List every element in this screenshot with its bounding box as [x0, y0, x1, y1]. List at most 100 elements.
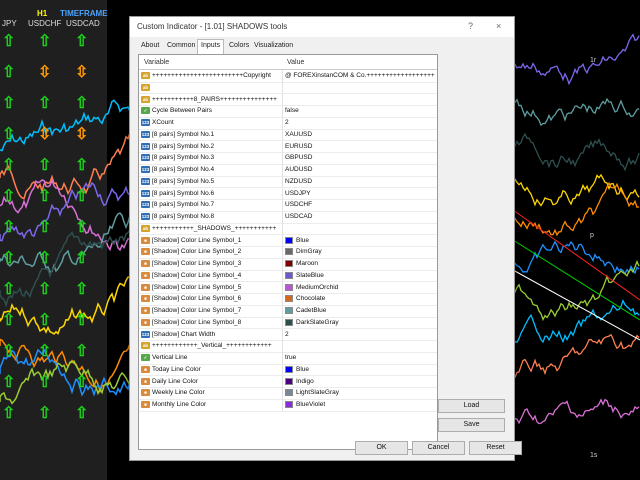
- input-row[interactable]: ■ [Shadow] Color Line Symbol_6 Chocolate: [139, 293, 437, 306]
- input-row[interactable]: ab ++++++++++++++++++++++++Copyright @ FOR…: [139, 70, 437, 83]
- signal-arrow-icon: ⇧: [2, 33, 16, 50]
- signal-arrow-icon: ⇧: [75, 312, 89, 329]
- input-value[interactable]: DimGray: [296, 248, 322, 255]
- color-swatch[interactable]: [285, 283, 293, 291]
- col-type-icon: ■: [141, 377, 150, 385]
- input-value[interactable]: GBPUSD: [285, 154, 312, 161]
- tab-colors[interactable]: Colors: [226, 40, 252, 53]
- input-row[interactable]: 123 [8 pairs] Symbol No.8 USDCAD: [139, 211, 437, 224]
- input-row[interactable]: ab +++++++++++8_PAIRS+++++++++++++++: [139, 93, 437, 106]
- load-button[interactable]: Load: [438, 399, 505, 413]
- input-variable-name: [8 pairs] Symbol No.2: [152, 142, 215, 150]
- color-swatch[interactable]: [285, 377, 293, 385]
- input-value[interactable]: false: [285, 107, 299, 114]
- tab-about[interactable]: About: [138, 40, 162, 53]
- input-value[interactable]: @ FOREXinstanCOM & Co.++++++++++++++++++: [285, 72, 435, 79]
- input-value[interactable]: XAUUSD: [285, 131, 312, 138]
- close-icon[interactable]: ×: [496, 21, 501, 31]
- dialog-titlebar[interactable]: Custom Indicator - [1.01] SHADOWS tools …: [130, 17, 514, 37]
- input-row[interactable]: ■ [Shadow] Color Line Symbol_4 SlateBlue: [139, 269, 437, 283]
- num-type-icon: 123: [141, 119, 150, 126]
- input-row[interactable]: ✓ Vertical Line true: [139, 352, 437, 365]
- input-value[interactable]: LightSlateGray: [296, 389, 339, 396]
- input-row[interactable]: ■ [Shadow] Color Line Symbol_5 MediumOrchi…: [139, 281, 437, 294]
- input-row[interactable]: 123 [8 pairs] Symbol No.1 XAUUSD: [139, 128, 437, 142]
- input-value[interactable]: Blue: [296, 366, 309, 373]
- input-row[interactable]: 123 [Shadow] Chart Width 2: [139, 328, 437, 341]
- color-swatch[interactable]: [285, 260, 293, 267]
- color-swatch[interactable]: [285, 236, 293, 244]
- color-swatch[interactable]: [285, 389, 293, 397]
- input-value[interactable]: MediumOrchid: [296, 284, 338, 291]
- input-value[interactable]: Blue: [296, 237, 309, 244]
- input-row[interactable]: 123 [8 pairs] Symbol No.5 NZDUSD: [139, 175, 437, 189]
- tab-common[interactable]: Common: [164, 40, 198, 53]
- num-type-icon: 123: [141, 177, 150, 185]
- col-type-icon: ■: [141, 389, 150, 397]
- input-row[interactable]: ■ Today Line Color Blue: [139, 363, 437, 377]
- inputs-table: Variable Value ab +++++++++++++++++++++++…: [138, 54, 438, 450]
- input-variable-name: +++++++++++_SHADOWS_+++++++++++: [152, 224, 277, 232]
- input-variable-name: [Shadow] Color Line Symbol_1: [152, 236, 242, 244]
- input-row[interactable]: ✓ Cycle Between Pairs false: [139, 105, 437, 118]
- input-value[interactable]: BlueViolet: [296, 401, 325, 408]
- color-swatch[interactable]: [285, 295, 293, 303]
- color-swatch[interactable]: [285, 307, 293, 314]
- column-variable[interactable]: Variable: [144, 59, 169, 66]
- input-value[interactable]: CadetBlue: [296, 307, 326, 314]
- input-variable-name: Daily Line Color: [152, 377, 198, 385]
- input-value[interactable]: NZDUSD: [285, 178, 312, 185]
- input-row[interactable]: 123 XCount 2: [139, 117, 437, 130]
- input-value[interactable]: 2: [285, 119, 289, 126]
- signal-arrow-icon: ⇧: [75, 188, 89, 205]
- color-swatch[interactable]: [285, 318, 293, 326]
- input-row[interactable]: ■ Daily Line Color Indigo: [139, 375, 437, 388]
- input-row[interactable]: ab ++++++++++++_Vertical_++++++++++++: [139, 340, 437, 353]
- input-row[interactable]: ■ [Shadow] Color Line Symbol_8 DarkSlateGr…: [139, 316, 437, 330]
- input-row[interactable]: ■ [Shadow] Color Line Symbol_1 Blue: [139, 234, 437, 247]
- help-icon[interactable]: ?: [468, 21, 473, 31]
- save-button[interactable]: Save: [438, 418, 505, 432]
- input-value[interactable]: AUDUSD: [285, 166, 312, 173]
- color-swatch[interactable]: [285, 248, 293, 256]
- input-value[interactable]: true: [285, 354, 296, 361]
- input-row[interactable]: 123 [8 pairs] Symbol No.7 USDCHF: [139, 199, 437, 212]
- input-value[interactable]: USDCHF: [285, 201, 312, 208]
- signal-arrow-icon: ⇧: [38, 281, 52, 298]
- input-value[interactable]: Indigo: [296, 378, 314, 385]
- input-value[interactable]: Maroon: [296, 260, 318, 267]
- input-value[interactable]: Chocolate: [296, 295, 325, 302]
- signal-arrow-icon: ⇧: [38, 33, 52, 50]
- signal-arrow-icon: ⇧: [2, 126, 16, 143]
- input-value[interactable]: EURUSD: [285, 143, 312, 150]
- input-row[interactable]: ■ [Shadow] Color Line Symbol_3 Maroon: [139, 258, 437, 271]
- input-row[interactable]: ab: [139, 81, 437, 95]
- input-value[interactable]: SlateBlue: [296, 272, 324, 279]
- tab-inputs[interactable]: Inputs: [197, 39, 225, 54]
- input-value[interactable]: 2: [285, 331, 289, 338]
- column-divider: [282, 128, 283, 141]
- input-row[interactable]: 123 [8 pairs] Symbol No.4 AUDUSD: [139, 164, 437, 177]
- reset-button[interactable]: Reset: [469, 441, 522, 455]
- input-row[interactable]: 123 [8 pairs] Symbol No.3 GBPUSD: [139, 152, 437, 165]
- bool-type-icon: ✓: [141, 354, 150, 361]
- input-row[interactable]: ■ Weekly Line Color LightSlateGray: [139, 387, 437, 400]
- color-swatch[interactable]: [285, 365, 293, 373]
- input-row[interactable]: 123 [8 pairs] Symbol No.2 EURUSD: [139, 140, 437, 153]
- input-row[interactable]: ■ Monthly Line Color BlueViolet: [139, 399, 437, 412]
- color-swatch[interactable]: [285, 271, 293, 279]
- column-value[interactable]: Value: [287, 59, 304, 66]
- input-row[interactable]: ab +++++++++++_SHADOWS_+++++++++++: [139, 222, 437, 236]
- input-variable-name: ++++++++++++++++++++++++Copyright: [152, 72, 271, 79]
- input-row[interactable]: 123 [8 pairs] Symbol No.6 USDJPY: [139, 187, 437, 200]
- ok-button[interactable]: OK: [355, 441, 408, 455]
- input-row[interactable]: ■ [Shadow] Color Line Symbol_2 DimGray: [139, 246, 437, 259]
- tab-visualization[interactable]: Visualization: [251, 40, 296, 53]
- input-value[interactable]: USDJPY: [285, 190, 311, 197]
- input-value[interactable]: DarkSlateGray: [296, 319, 339, 326]
- cancel-button[interactable]: Cancel: [412, 441, 465, 455]
- input-value[interactable]: USDCAD: [285, 213, 312, 220]
- color-swatch[interactable]: [285, 401, 293, 408]
- input-row[interactable]: ■ [Shadow] Color Line Symbol_7 CadetBlue: [139, 305, 437, 318]
- chart-right-label-1: 1r: [590, 57, 597, 64]
